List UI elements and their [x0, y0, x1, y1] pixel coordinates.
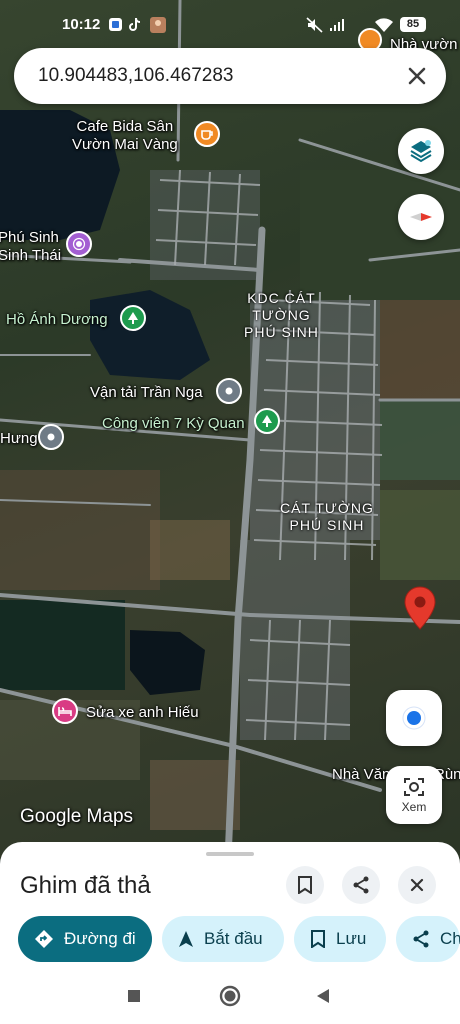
wifi-icon	[375, 18, 393, 32]
compass-button[interactable]	[398, 194, 444, 240]
map-label-nha-van[interactable]: Nhà Văn	[332, 766, 390, 784]
directions-label: Đường đi	[64, 929, 136, 948]
map-label-sua-xe[interactable]: Sửa xe anh Hiếu	[86, 704, 199, 722]
park-poi-icon[interactable]	[254, 408, 280, 434]
avatar-notification-icon	[150, 17, 166, 33]
status-time: 10:12	[62, 16, 101, 33]
lens-label: Xem	[401, 800, 427, 814]
layers-button[interactable]	[398, 128, 444, 174]
status-bar: 10:12 85	[0, 12, 460, 38]
bookmark-icon	[298, 876, 312, 894]
close-icon	[410, 878, 424, 892]
signal-icon	[330, 19, 344, 31]
map-label-van-tai[interactable]: Vận tải Trần Nga	[90, 384, 203, 402]
compass-icon	[410, 213, 432, 221]
google-maps-logo: Google Maps	[20, 806, 134, 827]
back-icon[interactable]	[316, 988, 330, 1004]
close-icon[interactable]	[404, 63, 430, 89]
map-label-cong-vien[interactable]: Công viên 7 Kỳ Quan	[102, 415, 245, 433]
lens-button[interactable]: Xem	[386, 766, 442, 824]
start-label: Bắt đầu	[204, 929, 263, 948]
save-button[interactable]: Lưu	[294, 916, 386, 962]
attraction-poi-icon[interactable]	[66, 231, 92, 257]
share-icon	[353, 876, 369, 894]
gallery-notification-icon	[109, 18, 122, 31]
home-icon[interactable]	[219, 985, 241, 1007]
directions-button[interactable]: Đường đi	[18, 916, 152, 962]
dropped-pin-icon[interactable]	[404, 586, 436, 630]
map-label-cafe[interactable]: Cafe Bida Sân Vườn Mai Vàng	[72, 118, 178, 154]
battery-indicator: 85	[400, 17, 426, 32]
save-label: Lưu	[336, 929, 367, 948]
directions-icon	[35, 930, 53, 948]
map-label-phu-sinh[interactable]: Phú Sinh Sinh Thái	[0, 229, 61, 265]
map-label-hung[interactable]: Hưng	[0, 430, 38, 448]
save-icon-button[interactable]	[286, 866, 324, 904]
lens-icon	[404, 778, 424, 796]
mute-icon	[306, 17, 323, 33]
map-view[interactable]: Cafe Bida Sân Vườn Mai Vàng Nhà vườn Phú…	[0, 0, 460, 860]
share-label: Ch	[440, 929, 460, 948]
park-poi-icon[interactable]	[120, 305, 146, 331]
sheet-drag-handle[interactable]	[206, 852, 254, 856]
layers-icon	[410, 140, 432, 163]
close-sheet-button[interactable]	[398, 866, 436, 904]
sheet-title: Ghim đã thả	[20, 872, 151, 899]
business-poi-icon[interactable]	[216, 378, 242, 404]
navigation-arrow-icon	[179, 931, 193, 947]
system-nav-bar	[0, 968, 460, 1024]
business-poi-icon[interactable]	[38, 424, 64, 450]
search-box[interactable]: 10.904483,106.467283	[14, 48, 446, 104]
my-location-button[interactable]	[386, 690, 442, 746]
share-button[interactable]: Ch	[396, 916, 460, 962]
cafe-poi-icon[interactable]	[194, 121, 220, 147]
start-button[interactable]: Bắt đầu	[162, 916, 284, 962]
map-label-cat-tuong[interactable]: CÁT TƯỜNG PHÚ SINH	[280, 500, 374, 534]
search-query[interactable]: 10.904483,106.467283	[38, 65, 233, 87]
map-label-kdc[interactable]: KDC CÁT TƯỜNG PHÚ SINH	[244, 290, 319, 341]
share-icon-button[interactable]	[342, 866, 380, 904]
recents-icon[interactable]	[127, 989, 141, 1003]
map-label-ho-anh-duong[interactable]: Hồ Ánh Dương	[6, 311, 108, 329]
tiktok-notification-icon	[129, 17, 141, 31]
lodging-poi-icon[interactable]	[52, 698, 78, 724]
bookmark-icon	[311, 930, 325, 948]
my-location-icon	[402, 706, 426, 730]
share-icon	[413, 930, 429, 948]
